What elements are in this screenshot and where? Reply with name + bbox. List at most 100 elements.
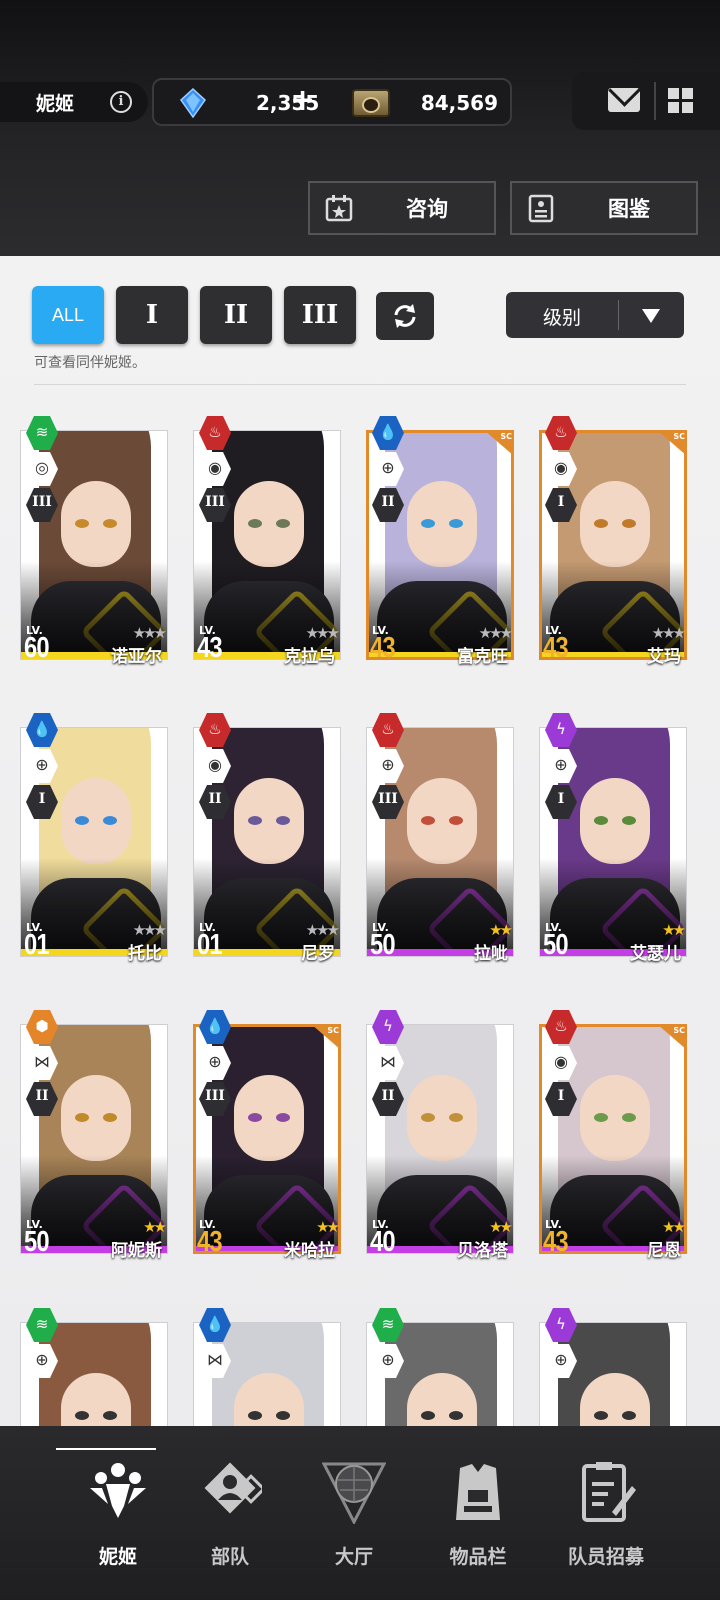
character-name: 克拉乌 [284, 647, 335, 667]
character-eye [248, 519, 262, 528]
nav-squad[interactable]: 部队 [168, 1426, 292, 1600]
character-eye [421, 1113, 435, 1122]
character-card[interactable]: ϟ ⊕ [539, 1296, 687, 1426]
nav-inventory[interactable]: 物品栏 [416, 1426, 540, 1600]
divider [34, 384, 686, 385]
character-face [580, 481, 650, 567]
archive-button[interactable]: 图鉴 [510, 181, 698, 235]
hint-text: 可查看同伴妮姬。 [34, 355, 146, 371]
sort-select[interactable]: 级别 [506, 292, 684, 338]
character-eye [421, 816, 435, 825]
menu-grid-icon[interactable] [668, 88, 694, 114]
character-name: 尼罗 [301, 944, 335, 964]
star-rating: ★★★ [305, 624, 340, 642]
character-eye [103, 1113, 117, 1122]
level-value: 50 [543, 929, 569, 961]
squad-icon [204, 1462, 262, 1514]
character-eye [103, 1411, 117, 1420]
character-eye [622, 1113, 636, 1122]
character-card[interactable]: ⬢ ⋈ II LV. 50 ★★ 阿妮斯 [20, 998, 168, 1261]
character-eye [421, 519, 435, 528]
character-card[interactable]: ♨ ◉ II LV. 01 ★★★ 尼罗 [193, 701, 341, 964]
star-rating: ★★★ [132, 921, 167, 939]
level-value: 43 [543, 1226, 569, 1258]
level-value: 40 [370, 1226, 396, 1258]
star-rating: ★★★ [132, 624, 167, 642]
nav-label: 妮姬 [98, 1546, 137, 1568]
nav-lobby[interactable]: 大厅 [292, 1426, 416, 1600]
character-card[interactable]: 💧 ⊕ I LV. 01 ★★★ 托比 [20, 701, 168, 964]
character-card[interactable]: ϟ ⊕ I LV. 50 ★★ 艾瑟儿 [539, 701, 687, 964]
filter-burst3-button[interactable]: III [284, 286, 356, 344]
character-eye [622, 1411, 636, 1420]
currency-bar: 2,355 + 84,569 [152, 78, 512, 126]
level-value: 50 [24, 1226, 50, 1258]
character-card[interactable]: ♨ ⊕ III LV. 50 ★★ 拉呲 [366, 701, 514, 964]
add-gems-button[interactable]: + [290, 83, 315, 118]
character-card[interactable]: ≋ ⊕ [366, 1296, 514, 1426]
character-eye [103, 816, 117, 825]
gem-icon [180, 88, 206, 118]
character-face [234, 481, 304, 567]
character-card[interactable]: 💧 ⋈ [193, 1296, 341, 1426]
character-face [61, 481, 131, 567]
archive-label: 图鉴 [608, 197, 650, 221]
nikke-icon [90, 1463, 146, 1518]
star-rating: ★★ [662, 921, 686, 939]
character-eye [449, 816, 463, 825]
character-eye [449, 1113, 463, 1122]
level-value: 01 [24, 929, 50, 961]
nav-label: 物品栏 [449, 1546, 507, 1568]
info-icon[interactable]: i [110, 91, 132, 113]
character-name: 阿妮斯 [111, 1241, 162, 1261]
level-value: 43 [197, 632, 223, 664]
character-name: 诺亚尔 [111, 647, 162, 667]
refresh-button[interactable] [376, 292, 434, 340]
bottom-nav: 妮姬 部队 大厅 物品栏 队员招募 [0, 1426, 720, 1600]
mail-icon[interactable] [608, 88, 640, 112]
character-card[interactable]: SC 💧 ⊕ III LV. 43 ★★ 米哈拉 [193, 998, 341, 1261]
nav-nikke[interactable]: 妮姬 [56, 1426, 180, 1600]
star-rating: ★★ [662, 1218, 686, 1236]
character-eye [75, 519, 89, 528]
character-name: 贝洛塔 [457, 1241, 508, 1261]
character-eye [75, 1113, 89, 1122]
character-eye [421, 1411, 435, 1420]
consult-button[interactable]: 咨询 [308, 181, 496, 235]
star-rating: ★★ [489, 1218, 513, 1236]
character-eye [594, 1411, 608, 1420]
top-header: 妮姬 i 2,355 + 84,569 咨询 图鉴 [0, 0, 720, 256]
page-title-pill: 妮姬 i [0, 82, 148, 122]
character-face [234, 1075, 304, 1161]
character-name: 富克旺 [457, 647, 508, 667]
character-card[interactable]: ♨ ◉ III LV. 43 ★★★ 克拉乌 [193, 404, 341, 667]
character-card[interactable]: SC ♨ ◉ I LV. 43 ★★ 尼恩 [539, 998, 687, 1261]
filter-burst2-button[interactable]: II [200, 286, 272, 344]
character-eye [594, 1113, 608, 1122]
character-face [580, 778, 650, 864]
star-rating: ★★★ [478, 624, 513, 642]
filter-burst1-button[interactable]: I [116, 286, 188, 344]
character-card[interactable]: SC 💧 ⊕ II LV. 43 ★★★ 富克旺 [366, 404, 514, 667]
character-eye [276, 1411, 290, 1420]
level-value: 43 [543, 632, 569, 664]
character-card[interactable]: ≋ ⊕ [20, 1296, 168, 1426]
level-value: 60 [24, 632, 50, 664]
consult-label: 咨询 [406, 197, 448, 221]
recruit-icon [582, 1462, 636, 1522]
nav-recruit[interactable]: 队员招募 [544, 1426, 668, 1600]
character-name: 尼恩 [647, 1241, 681, 1261]
character-eye [75, 1411, 89, 1420]
character-card[interactable]: ≋ ◎ III LV. 60 ★★★ 诺亚尔 [20, 404, 168, 667]
filter-all-button[interactable]: ALL [32, 286, 104, 344]
chevron-down-icon [642, 309, 660, 323]
refresh-icon [394, 304, 416, 328]
divider [618, 300, 619, 330]
character-face [580, 1075, 650, 1161]
character-card[interactable]: ϟ ⋈ II LV. 40 ★★ 贝洛塔 [366, 998, 514, 1261]
divider [654, 82, 656, 120]
character-card[interactable]: SC ♨ ◉ I LV. 43 ★★★ 艾玛 [539, 404, 687, 667]
character-eye [276, 519, 290, 528]
character-eye [449, 519, 463, 528]
character-name: 艾瑟儿 [630, 944, 681, 964]
